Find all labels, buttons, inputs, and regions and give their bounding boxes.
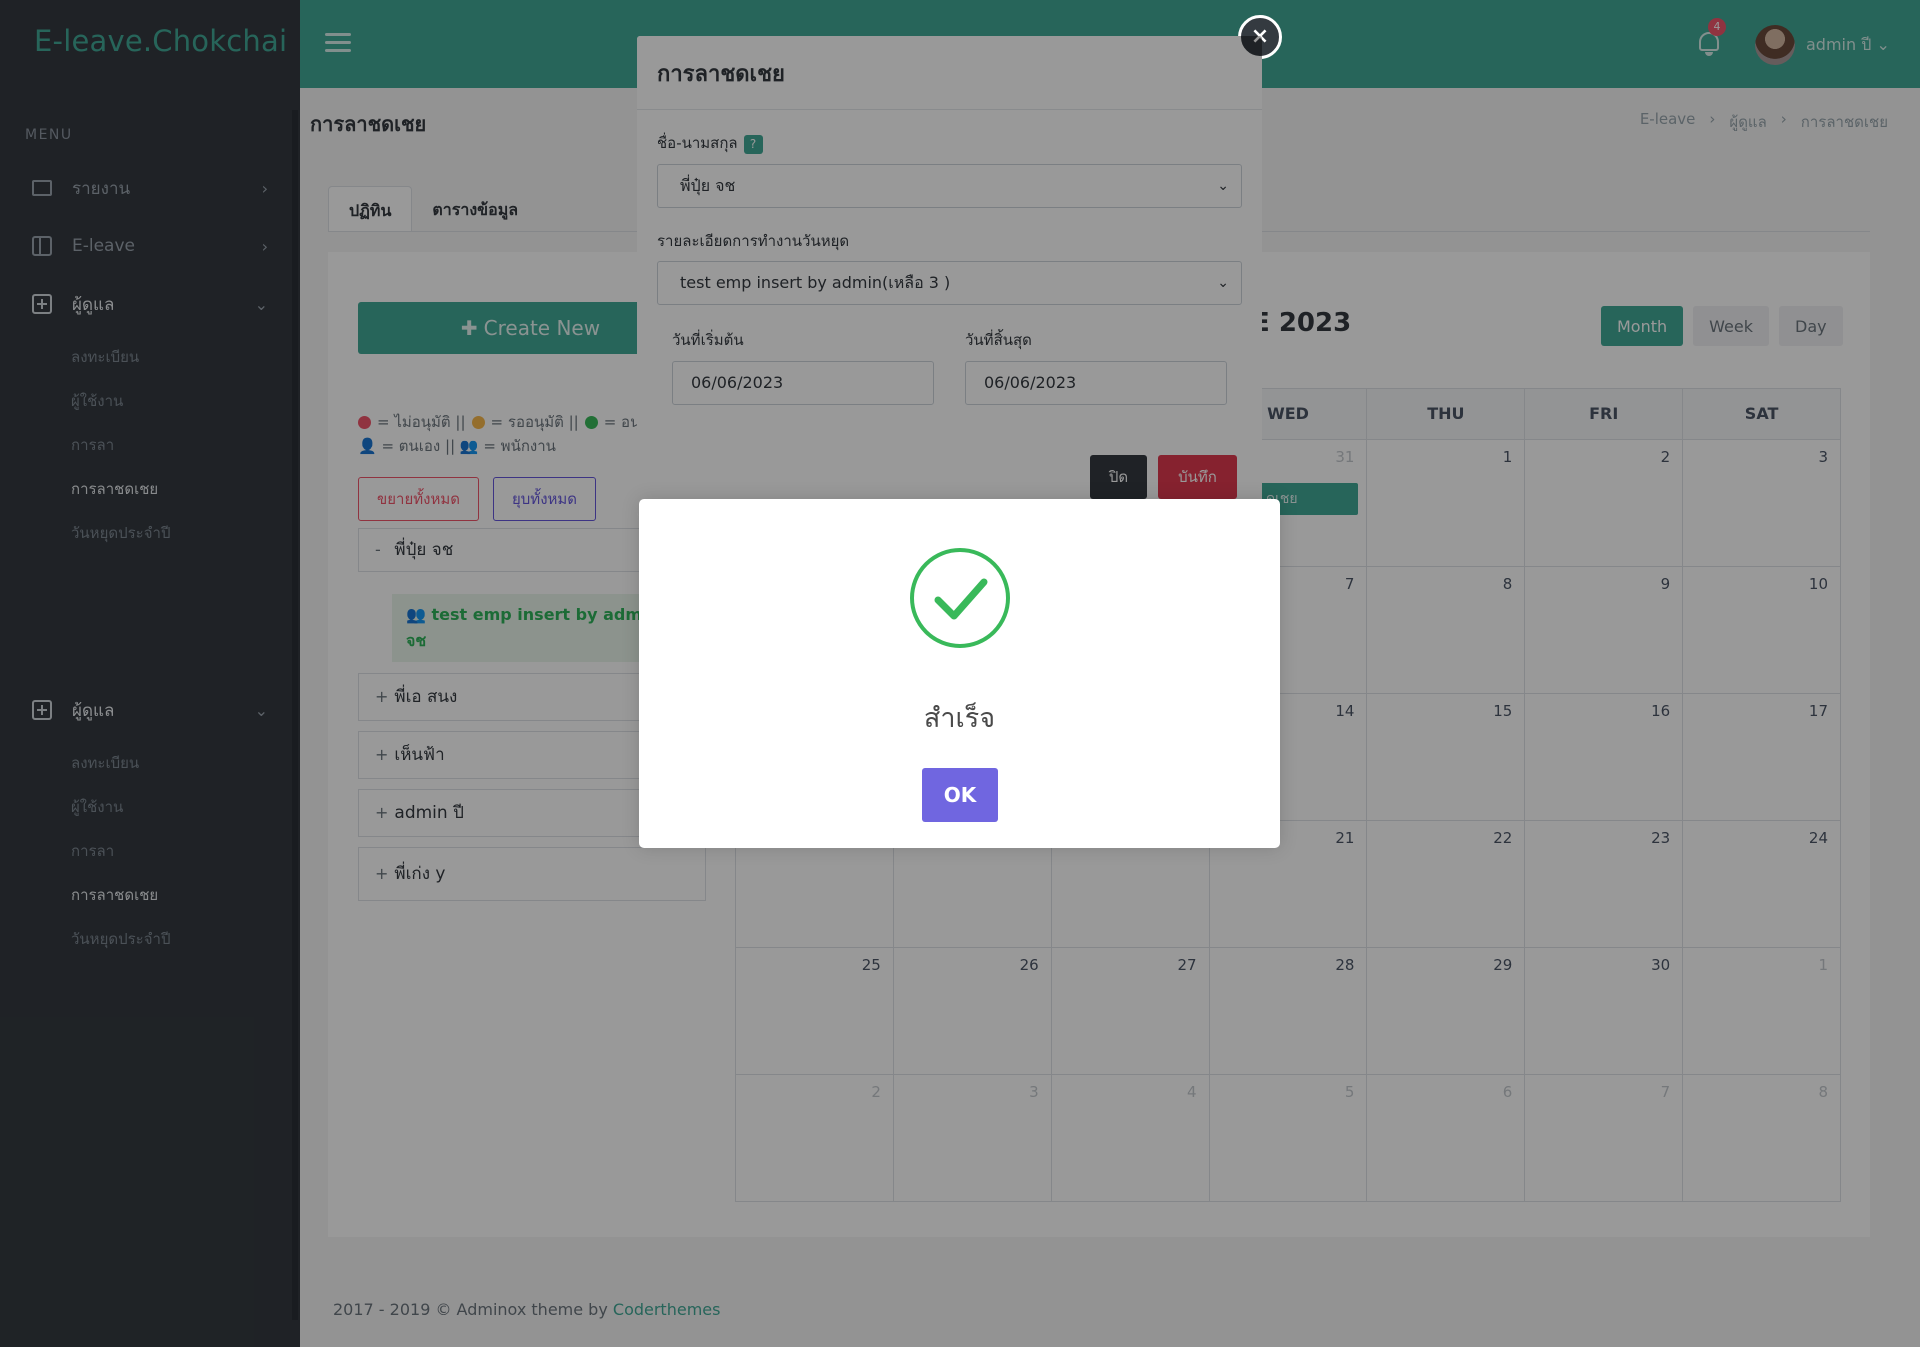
ok-button[interactable]: OK (922, 768, 998, 822)
close-icon-hit[interactable] (1238, 15, 1282, 59)
success-dialog: สำเร็จ OK (639, 499, 1280, 848)
modal-dim (637, 36, 1262, 516)
check-circle-icon (910, 548, 1010, 648)
success-title: สำเร็จ (923, 703, 996, 734)
modal-backdrop-lower[interactable] (0, 942, 1920, 1347)
